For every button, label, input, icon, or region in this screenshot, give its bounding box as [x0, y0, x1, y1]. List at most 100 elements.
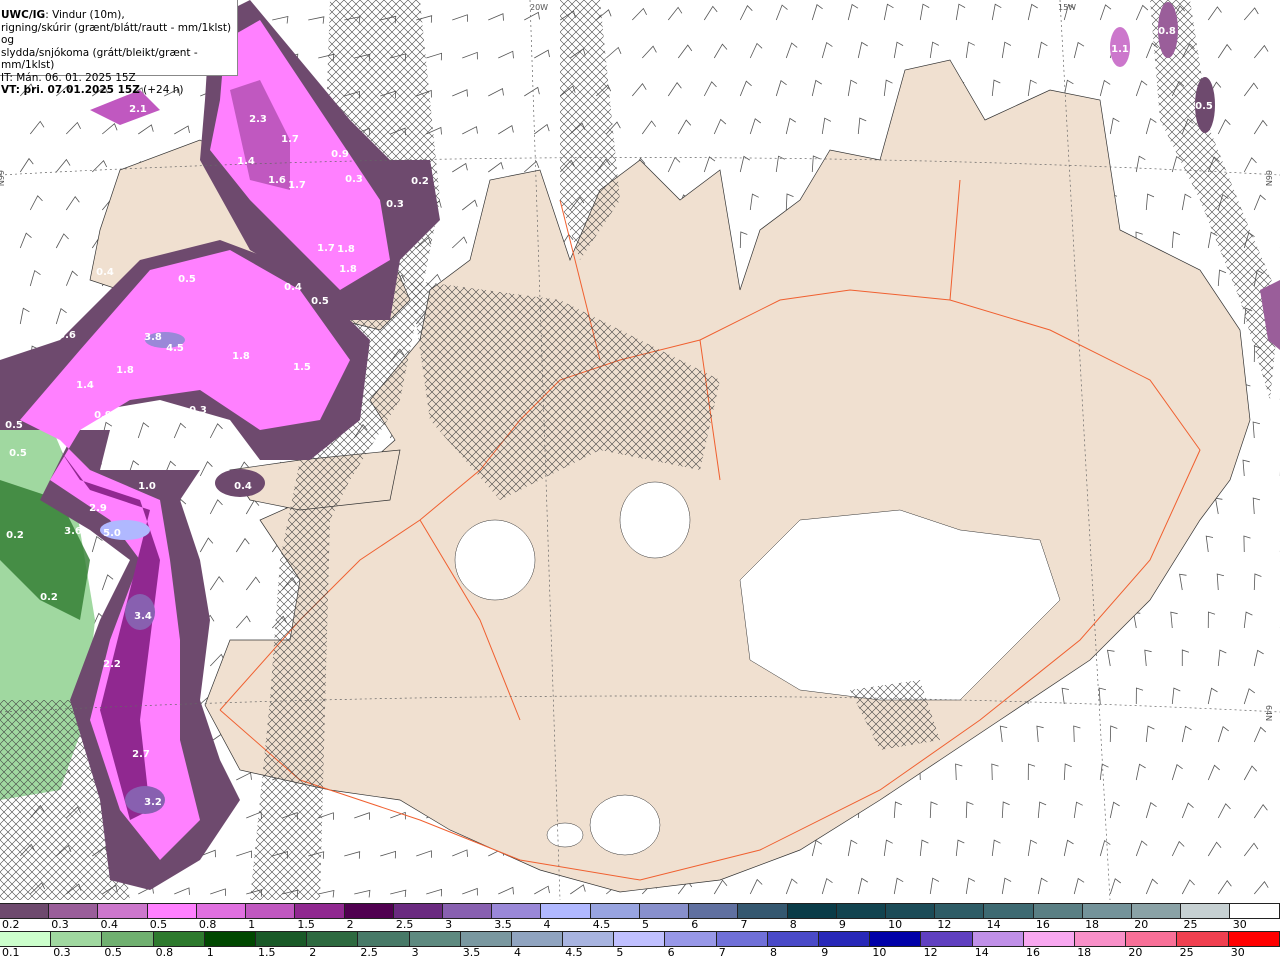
colorbar-swatch [492, 904, 542, 918]
colorbar-label: 0.8 [155, 946, 174, 959]
colorbar-swatch [344, 904, 394, 918]
precip-value-label: 0.2 [6, 530, 24, 541]
colorbar-swatch [1181, 904, 1231, 918]
precip-value-label: 3.8 [144, 332, 162, 343]
colorbar-swatch [614, 932, 666, 946]
map-title-box: UWC/IG: Vindur (10m), rigning/skúrir (gr… [0, 0, 238, 96]
model-name: UWC/IG [1, 9, 46, 21]
precip-value-label: 0.5 [5, 420, 23, 431]
colorbar-label: 1 [206, 946, 214, 959]
colorbar-label: 0.1 [2, 946, 20, 959]
colorbar-label: 14 [986, 918, 1001, 931]
colorbar-label: 2.5 [395, 918, 414, 931]
colorbar-swatch [49, 904, 99, 918]
precip-value-label: 1.0 [138, 481, 156, 492]
precip-value-label: 3.4 [134, 611, 152, 622]
colorbar-swatch [102, 932, 154, 946]
colorbar-label: 30 [1232, 918, 1247, 931]
colorbar-swatch [787, 904, 837, 918]
colorbar-label: 0.3 [53, 946, 71, 959]
title-rain-line: rigning/skúrir (grænt/blátt/rautt - mm/1… [1, 21, 232, 47]
colorbar-label: 4 [543, 918, 551, 931]
axis-label: 15W [1058, 3, 1076, 12]
precip-value-label: 3.6 [64, 526, 82, 537]
precip-value-label: 0.5 [60, 283, 78, 294]
precip-value-label: 1.8 [337, 244, 355, 255]
colorbar-label: 6 [667, 946, 675, 959]
colorbar-swatch [639, 904, 690, 918]
valid-time: VT: þri. 07.01.2025 15Z [1, 84, 140, 96]
colorbar-label: 5 [616, 946, 624, 959]
precip-value-label: 1.7 [281, 134, 299, 145]
colorbar-swatch [511, 932, 564, 946]
colorbar-swatch [885, 904, 936, 918]
colorbar-label: 1 [248, 918, 256, 931]
weather-map[interactable]: 20W 15W66N 66N64N 2.12.31.71.41.6 1.70.90.3… [0, 0, 1280, 900]
colorbar-label: 20 [1128, 946, 1143, 959]
colorbar-swatch [590, 904, 640, 918]
precip-value-label: 0.8 [1158, 26, 1176, 37]
axis-label: 66N [0, 170, 5, 186]
colorbar-swatch [1177, 932, 1229, 946]
colorbar-label: 12 [937, 918, 952, 931]
precip-value-label: 2.3 [249, 114, 267, 125]
colorbar-swatch [196, 904, 247, 918]
colorbar-label: 3 [411, 946, 419, 959]
precip-value-label: 0.4 [234, 481, 252, 492]
precip-value-label: 0.5 [1195, 101, 1213, 112]
colorbar-label: 10 [872, 946, 887, 959]
precip-value-label: 1.8 [116, 365, 134, 376]
precip-value-label: 4.5 [166, 343, 184, 354]
colorbar-label: 5 [642, 918, 649, 931]
colorbar-label: 30 [1230, 946, 1245, 959]
colorbar-label: 2 [309, 946, 317, 959]
rain-colorbar [0, 931, 1280, 947]
axis-label: 20W [530, 3, 548, 12]
colorbar-label: 25 [1183, 918, 1198, 931]
colorbar-swatch [767, 932, 819, 946]
colorbar-label: 2 [346, 918, 354, 931]
colorbar-label: 7 [740, 918, 748, 931]
lead-time: (+24 h) [143, 84, 184, 96]
colorbar-swatch [870, 932, 922, 946]
precip-value-label: 1.6 [268, 175, 286, 186]
colorbar-swatch [204, 932, 256, 946]
colorbar-swatch [1132, 904, 1182, 918]
colorbar-swatch [0, 904, 50, 918]
rain-colorbar-labels: 0.1 0.3 0.5 0.8 1 1.5 2 2.5 3 3.5 4 4.5 5 6 7 8 9 10 12 14 1… [0, 946, 1280, 959]
precip-value-label: 2.7 [132, 749, 150, 760]
colorbar-swatch [836, 904, 886, 918]
precip-value-label: 0.6 [58, 330, 76, 341]
precip-value-label: 0.3 [345, 174, 363, 185]
precip-value-label: 0.2 [411, 176, 429, 187]
colorbar-label: 3 [445, 918, 453, 931]
colorbar-label: 4.5 [565, 946, 583, 959]
colorbar-swatch [921, 932, 973, 946]
colorbar-label: 0.5 [104, 946, 122, 959]
precip-value-label: 0.5 [9, 448, 27, 459]
precip-value-label: 1.4 [237, 156, 255, 167]
precip-value-label: 2.2 [103, 659, 121, 670]
colorbar-label: 10 [888, 918, 903, 931]
snow-colorbar-labels: 0.2 0.3 0.4 0.5 0.8 1 1.5 2 2.5 3 3.5 4 4.5 5 6 7 8 9 10 12… [0, 918, 1280, 931]
colorbar-swatch [255, 932, 308, 946]
colorbar-swatch [1126, 932, 1178, 946]
colorbar-label: 4.5 [592, 918, 611, 931]
colorbar-label: 20 [1134, 918, 1149, 931]
colorbar-swatch [1230, 904, 1280, 918]
colorbar-label: 14 [974, 946, 989, 959]
colorbar-label: 7 [718, 946, 726, 959]
colorbar-label: 0.4 [100, 918, 118, 931]
colorbar-label: 3.5 [494, 918, 512, 931]
precip-value-label: 1.4 [76, 380, 94, 391]
precip-value-label: 0.5 [178, 274, 196, 285]
colorbar-swatch [689, 904, 739, 918]
colorbar-swatch [460, 932, 512, 946]
precip-value-label: 0.3 [189, 405, 207, 416]
colorbar-swatch [393, 904, 443, 918]
colorbar-swatch [1023, 932, 1075, 946]
colorbar-swatch [307, 932, 359, 946]
colorbar-swatch [935, 904, 985, 918]
colorbar-label: 6 [691, 918, 699, 931]
colorbar-swatch [147, 904, 197, 918]
